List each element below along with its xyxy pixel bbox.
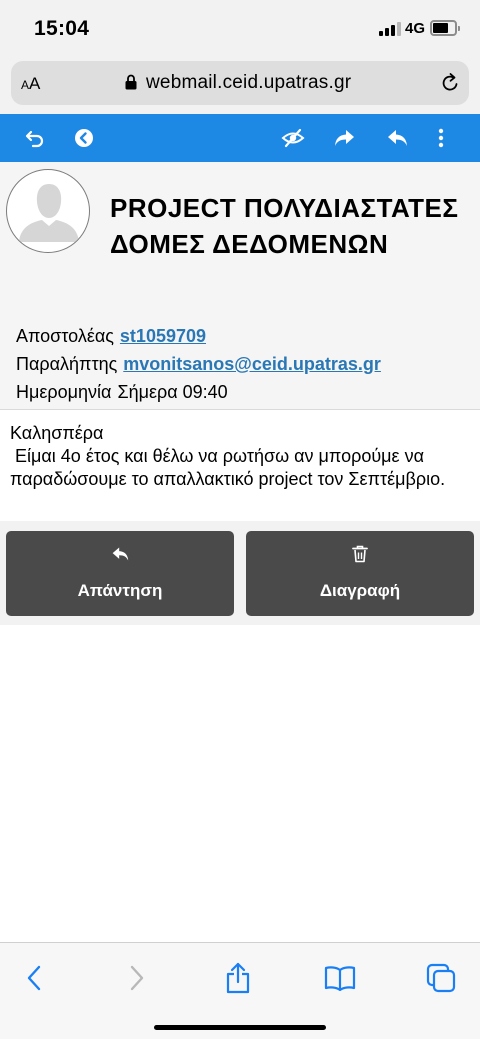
user-placeholder-icon <box>19 184 79 242</box>
more-vertical-icon[interactable] <box>426 123 456 153</box>
url-text[interactable]: webmail.ceid.upatras.gr <box>146 72 351 94</box>
lock-icon <box>125 74 137 90</box>
home-indicator <box>154 1025 326 1030</box>
reply-icon[interactable] <box>382 123 412 153</box>
trash-icon <box>352 545 368 563</box>
back-circle-icon[interactable] <box>69 123 99 153</box>
mark-unread-icon[interactable] <box>278 123 308 153</box>
date-value: Σήμερα 09:40 <box>117 382 228 402</box>
reply-button-label: Απάντηση <box>77 581 163 600</box>
back-icon[interactable] <box>16 960 52 996</box>
message-subject: PROJECT ΠΟΛΥΔΙΑΣΤΑΤΕΣ ΔΟΜΕΣ ΔΕΔΟΜΕΝΩΝ <box>110 193 459 259</box>
from-label: Αποστολέας <box>16 326 114 346</box>
text-size-button[interactable]: AA <box>21 74 40 94</box>
reply-icon <box>112 547 129 561</box>
body-greeting: Καλησπέρα <box>10 423 104 443</box>
browser-address-area: AA webmail.ceid.upatras.gr <box>0 58 480 114</box>
message-header: PROJECT ΠΟΛΥΔΙΑΣΤΑΤΕΣ ΔΟΜΕΣ ΔΕΔΟΜΕΝΩΝ Απ… <box>0 162 480 410</box>
to-link[interactable]: mvonitsanos@ceid.upatras.gr <box>123 354 381 374</box>
forward-icon[interactable] <box>330 123 360 153</box>
undo-icon[interactable] <box>20 123 50 153</box>
battery-level <box>433 23 448 33</box>
date-label: Ημερομηνία <box>16 382 112 402</box>
share-icon[interactable] <box>220 960 256 996</box>
browser-bottom-toolbar <box>0 942 480 1039</box>
avatar <box>6 169 90 253</box>
battery-icon <box>430 20 460 36</box>
body-paragraph: Είμαι 4ο έτος και θέλω να ρωτήσω αν μπορ… <box>10 446 446 489</box>
from-row: Αποστολέας st1059709 <box>16 324 476 348</box>
mail-toolbar <box>0 114 480 162</box>
cellular-signal-icon <box>379 22 401 36</box>
forward-disabled-icon[interactable] <box>119 960 155 996</box>
message-actions: Απάντηση Διαγραφή <box>0 521 480 625</box>
message-body: Καλησπέρα Είμαι 4ο έτος και θέλω να ρωτή… <box>10 422 474 491</box>
delete-button[interactable]: Διαγραφή <box>246 531 474 616</box>
status-bar: 15:04 4G <box>0 0 480 58</box>
status-time: 15:04 <box>34 17 90 40</box>
network-type: 4G <box>405 20 426 37</box>
from-link[interactable]: st1059709 <box>120 326 206 346</box>
reload-icon[interactable] <box>439 72 461 94</box>
address-bar[interactable]: AA webmail.ceid.upatras.gr <box>11 61 469 105</box>
tabs-icon[interactable] <box>423 960 459 996</box>
reply-button[interactable]: Απάντηση <box>6 531 234 616</box>
bookmarks-icon[interactable] <box>322 960 358 996</box>
to-row: Παραλήπτης mvonitsanos@ceid.upatras.gr <box>16 352 476 376</box>
date-row: Ημερομηνία Σήμερα 09:40 <box>16 380 476 404</box>
to-label: Παραλήπτης <box>16 354 118 374</box>
delete-button-label: Διαγραφή <box>319 581 401 600</box>
